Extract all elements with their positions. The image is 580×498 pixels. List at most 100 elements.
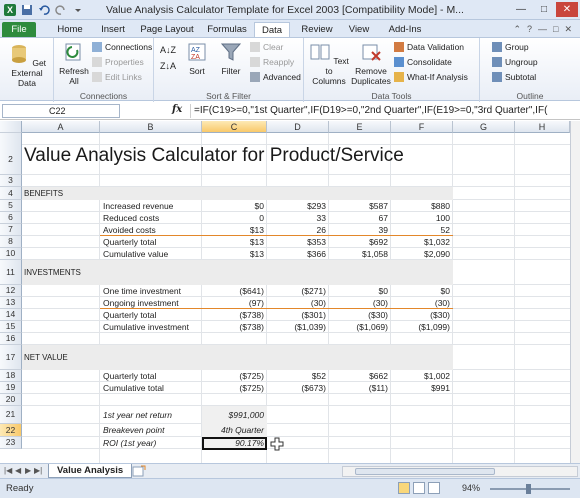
value-cell-q4: $1,032 <box>424 237 450 247</box>
group-button[interactable]: Group <box>492 41 529 53</box>
edit-links-label: Edit Links <box>105 72 142 82</box>
sort-za-button[interactable]: Z↓A <box>160 60 176 72</box>
column-header-c[interactable]: C <box>202 121 267 133</box>
workbook-minimize-icon[interactable]: — <box>538 24 547 35</box>
sort-az-button[interactable]: A↓Z <box>160 44 176 56</box>
row-header-10[interactable]: 10 <box>0 248 22 260</box>
select-all-corner[interactable] <box>0 121 22 133</box>
zoom-level[interactable]: 94% <box>462 483 480 493</box>
sort-button[interactable]: AZ ZA Sort <box>182 42 212 76</box>
sheet-tab-value-analysis[interactable]: Value Analysis <box>48 464 133 478</box>
column-header-d[interactable]: D <box>267 121 329 133</box>
row-header-12[interactable]: 12 <box>0 285 22 297</box>
tab-page-layout[interactable]: Page Layout <box>136 22 198 38</box>
advanced-button[interactable]: Advanced <box>250 71 301 83</box>
row-header-3[interactable]: 3 <box>0 175 22 187</box>
row-header-14[interactable]: 14 <box>0 309 22 321</box>
subtotal-button[interactable]: Subtotal <box>492 71 536 83</box>
row-header-13[interactable]: 13 <box>0 297 22 309</box>
column-header-a[interactable]: A <box>22 121 100 133</box>
reapply-button[interactable]: Reapply <box>250 56 294 68</box>
worksheet-grid[interactable]: ABCDEFGH 1234567810111213141516171819202… <box>0 121 580 463</box>
restore-icon[interactable]: □ <box>533 2 555 17</box>
get-external-data-button[interactable]: Get External Data <box>4 44 50 88</box>
redo-icon[interactable] <box>55 4 67 16</box>
tab-home[interactable]: Home <box>50 22 90 38</box>
clear-button[interactable]: Clear <box>250 41 283 53</box>
normal-view-icon[interactable] <box>398 482 410 494</box>
close-icon[interactable]: ✕ <box>556 2 578 17</box>
page-layout-view-icon[interactable] <box>413 482 425 494</box>
help-icon[interactable]: ? <box>527 24 532 35</box>
name-box[interactable]: C22 <box>2 104 120 118</box>
page-break-view-icon[interactable] <box>428 482 440 494</box>
row-header-5[interactable]: 5 <box>0 200 22 212</box>
tab-file[interactable]: File <box>2 22 36 38</box>
row-header-2[interactable]: 2 <box>0 145 22 175</box>
connections-button[interactable]: Connections <box>92 41 152 53</box>
column-header-g[interactable]: G <box>453 121 515 133</box>
next-sheet-icon[interactable]: ▶ <box>25 466 31 475</box>
horizontal-scroll-thumb[interactable] <box>355 468 495 475</box>
properties-button[interactable]: Properties <box>92 56 144 68</box>
row-header-6[interactable]: 6 <box>0 212 22 224</box>
filter-button[interactable]: Filter <box>216 42 246 76</box>
first-sheet-icon[interactable]: |◀ <box>4 466 12 475</box>
row-header-16[interactable]: 16 <box>0 333 22 345</box>
remove-duplicates-button[interactable]: Remove Duplicates <box>350 42 392 86</box>
column-header-f[interactable]: F <box>391 121 453 133</box>
last-sheet-icon[interactable]: ▶| <box>34 466 42 475</box>
tab-review[interactable]: Review <box>296 22 338 38</box>
workbook-close-icon[interactable]: ✕ <box>564 24 572 35</box>
ungroup-button[interactable]: Ungroup <box>492 56 538 68</box>
formula-input[interactable]: =IF(C19>=0,"1st Quarter",IF(D19>=0,"2nd … <box>190 104 578 118</box>
column-header-b[interactable]: B <box>100 121 202 133</box>
row-header-20[interactable]: 20 <box>0 394 22 406</box>
tab-formulas[interactable]: Formulas <box>202 22 252 38</box>
prev-sheet-icon[interactable]: ◀ <box>15 466 21 475</box>
tab-view[interactable]: View <box>342 22 376 38</box>
formula-bar: C22 fx =IF(C19>=0,"1st Quarter",IF(D19>=… <box>0 102 580 120</box>
what-if-button[interactable]: What-If Analysis <box>394 71 468 83</box>
properties-icon <box>92 57 102 67</box>
zoom-slider[interactable] <box>490 484 570 494</box>
value-cell-q4: $2,090 <box>424 249 450 259</box>
what-if-icon <box>394 72 404 82</box>
horizontal-scrollbar[interactable] <box>342 466 578 477</box>
row-header-23[interactable]: 23 <box>0 437 22 449</box>
workbook-restore-icon[interactable]: □ <box>553 24 558 35</box>
row-header-22[interactable]: 22 <box>0 424 22 437</box>
row-header-18[interactable]: 18 <box>0 370 22 382</box>
row-header-8[interactable]: 8 <box>0 236 22 248</box>
value-cell-q1: $13 <box>249 237 264 247</box>
minimize-ribbon-icon[interactable]: ⌃ <box>513 24 521 35</box>
tab-add-ins[interactable]: Add-Ins <box>382 22 428 38</box>
column-header-e[interactable]: E <box>329 121 391 133</box>
zoom-slider-knob[interactable] <box>526 484 531 494</box>
minimize-icon[interactable]: — <box>510 2 532 17</box>
data-validation-label: Data Validation <box>407 42 465 52</box>
tab-data[interactable]: Data <box>254 22 290 38</box>
consolidate-button[interactable]: Consolidate <box>394 56 452 68</box>
column-header-h[interactable]: H <box>515 121 570 133</box>
row-header-17[interactable]: 17 <box>0 345 22 370</box>
row-header-4[interactable]: 4 <box>0 187 22 200</box>
text-to-columns-button[interactable]: Text to Columns <box>308 42 350 86</box>
row-header-11[interactable]: 11 <box>0 260 22 285</box>
edit-links-button[interactable]: Edit Links <box>92 71 142 83</box>
insert-function-icon[interactable]: fx <box>172 104 182 115</box>
insert-sheet-icon[interactable] <box>132 465 146 477</box>
row-header-7[interactable]: 7 <box>0 224 22 236</box>
row-header-21[interactable]: 21 <box>0 406 22 424</box>
active-cell-c22[interactable] <box>202 437 267 450</box>
refresh-all-button[interactable]: Refresh All <box>56 42 92 86</box>
undo-icon[interactable] <box>38 4 50 16</box>
row-header-19[interactable]: 19 <box>0 382 22 394</box>
customize-toolbar-icon[interactable] <box>72 4 84 16</box>
vertical-scrollbar[interactable] <box>570 121 580 463</box>
data-validation-button[interactable]: Data Validation <box>394 41 464 53</box>
tab-insert[interactable]: Insert <box>92 22 134 38</box>
section-label-benefits: BENEFITS <box>22 187 453 200</box>
save-icon[interactable] <box>21 4 33 16</box>
row-header-15[interactable]: 15 <box>0 321 22 333</box>
